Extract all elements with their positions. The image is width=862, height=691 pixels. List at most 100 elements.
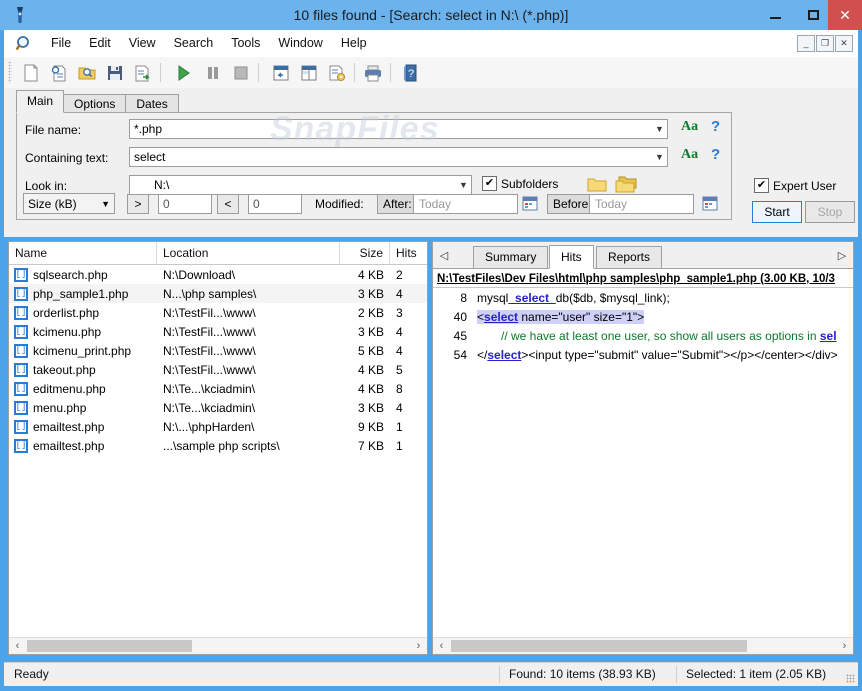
scroll-left-icon[interactable]: ‹: [433, 638, 450, 654]
folder-icon[interactable]: [587, 176, 607, 193]
results-list-hscrollbar[interactable]: ‹ ›: [9, 637, 427, 654]
toolbar: ?: [4, 57, 858, 89]
panel-layout-button[interactable]: [268, 60, 294, 85]
tab-dates[interactable]: Dates: [125, 94, 178, 113]
column-header-size[interactable]: Size: [340, 242, 390, 264]
modified-after-input[interactable]: Today: [413, 194, 518, 214]
detail-tabs: ◁ Summary Hits Reports ▷: [433, 242, 853, 269]
detail-pane: ◁ Summary Hits Reports ▷ N:\TestFiles\De…: [432, 241, 854, 655]
tab-main[interactable]: Main: [16, 90, 64, 113]
tab-hits[interactable]: Hits: [549, 245, 594, 269]
hit-line[interactable]: 54 </select><input type="submit" value="…: [433, 345, 853, 364]
panel-split-button[interactable]: [296, 60, 322, 85]
match-token: _select_: [508, 291, 555, 305]
stop-search-button[interactable]: Stop: [805, 201, 855, 223]
menu-window[interactable]: Window: [269, 30, 331, 57]
tab-reports[interactable]: Reports: [596, 246, 662, 268]
table-row[interactable]: [] takeout.php N:\TestFil...\www\ 4 KB 5: [9, 360, 427, 379]
start-search-button[interactable]: Start: [752, 201, 802, 223]
column-header-name[interactable]: Name: [9, 242, 157, 264]
table-row[interactable]: [] sqlsearch.php N:\Download\ 4 KB 2: [9, 265, 427, 284]
filename-case-icon[interactable]: Aa: [681, 119, 698, 135]
window-close-button[interactable]: ✕: [828, 0, 862, 30]
window-maximize-button[interactable]: [794, 0, 832, 30]
print-button[interactable]: [360, 60, 386, 85]
tab-nav-prev-icon[interactable]: ◁: [436, 246, 452, 264]
php-file-icon: []: [14, 344, 28, 358]
window-minimize-button[interactable]: [756, 0, 794, 30]
save-button[interactable]: [102, 60, 128, 85]
size-less-button[interactable]: <: [217, 194, 239, 214]
configure-report-button[interactable]: [324, 60, 350, 85]
tab-options[interactable]: Options: [63, 94, 126, 113]
php-file-icon: []: [14, 287, 28, 301]
php-file-icon: []: [14, 420, 28, 434]
title-bar: 10 files found - [Search: select in N:\ …: [0, 0, 862, 30]
table-row[interactable]: [] kcimenu.php N:\TestFil...\www\ 3 KB 4: [9, 322, 427, 341]
table-row[interactable]: [] emailtest.php ...\sample php scripts\…: [9, 436, 427, 455]
mdi-close-button[interactable]: ✕: [835, 35, 853, 52]
size-unit-select[interactable]: Size (kB) ▼: [23, 193, 115, 214]
modified-before-input[interactable]: Today: [589, 194, 694, 214]
table-row[interactable]: [] editmenu.php N:\Te...\kciadmin\ 4 KB …: [9, 379, 427, 398]
resize-grip[interactable]: [846, 674, 855, 683]
size-greater-button[interactable]: >: [127, 194, 149, 214]
filename-help-icon[interactable]: ?: [711, 118, 720, 135]
tab-summary[interactable]: Summary: [473, 246, 548, 268]
hit-line[interactable]: 45 // we have at least one user, so show…: [433, 326, 853, 345]
folders-icon[interactable]: [615, 176, 635, 193]
expert-user-checkbox[interactable]: ✔ Expert User: [754, 178, 836, 193]
match-token: sel: [820, 329, 837, 343]
tab-nav-next-icon[interactable]: ▷: [834, 246, 850, 264]
file-name: emailtest.php: [33, 420, 104, 434]
menu-file[interactable]: File: [42, 30, 80, 57]
size-less-input[interactable]: 0: [248, 194, 302, 214]
mdi-restore-button[interactable]: ❐: [816, 35, 834, 52]
table-row[interactable]: [] kcimenu_print.php N:\TestFil...\www\ …: [9, 341, 427, 360]
look-in-input[interactable]: N:\: [129, 175, 472, 195]
table-row[interactable]: [] emailtest.php N:\...\phpHarden\ 9 KB …: [9, 417, 427, 436]
hit-line[interactable]: 40 <select name="user" size="1">: [433, 307, 853, 326]
menu-help[interactable]: Help: [332, 30, 376, 57]
hscroll-thumb[interactable]: [451, 640, 747, 652]
containing-text-input[interactable]: select: [129, 147, 668, 167]
menu-view[interactable]: View: [120, 30, 165, 57]
help-button[interactable]: ?: [398, 60, 424, 85]
menu-search[interactable]: Search: [165, 30, 223, 57]
stop-button[interactable]: [228, 60, 254, 85]
start-button[interactable]: [170, 60, 196, 85]
main-tab-panel: File name: *.php ▼ Aa ? Containing text:…: [16, 112, 732, 220]
table-row[interactable]: [] menu.php N:\Te...\kciadmin\ 3 KB 4: [9, 398, 427, 417]
mdi-minimize-button[interactable]: _: [797, 35, 815, 52]
pause-button[interactable]: [200, 60, 226, 85]
open-folder-button[interactable]: [74, 60, 100, 85]
column-header-location[interactable]: Location: [157, 242, 340, 264]
scroll-right-icon[interactable]: ›: [836, 638, 853, 654]
menu-tools[interactable]: Tools: [222, 30, 269, 57]
calendar-icon-after[interactable]: [521, 194, 539, 212]
column-header-hits[interactable]: Hits: [390, 242, 426, 264]
calendar-icon-before[interactable]: [701, 194, 719, 212]
size-greater-input[interactable]: 0: [158, 194, 212, 214]
modified-after-button[interactable]: After:: [377, 194, 418, 214]
export-button[interactable]: [130, 60, 156, 85]
new-search-button[interactable]: [18, 60, 44, 85]
toolbar-grip[interactable]: [8, 61, 12, 83]
containing-text-help-icon[interactable]: ?: [711, 146, 720, 163]
file-hits: 4: [390, 325, 426, 339]
scroll-right-icon[interactable]: ›: [410, 638, 427, 654]
menu-edit[interactable]: Edit: [80, 30, 120, 57]
detail-hscrollbar[interactable]: ‹ ›: [433, 637, 853, 654]
containing-text-case-icon[interactable]: Aa: [681, 147, 698, 163]
subfolders-checkbox[interactable]: ✔ Subfolders: [482, 176, 558, 191]
hit-line[interactable]: 8 mysql_select_db($db, $mysql_link);: [433, 288, 853, 307]
table-row[interactable]: [] orderlist.php N:\TestFil...\www\ 2 KB…: [9, 303, 427, 322]
scroll-left-icon[interactable]: ‹: [9, 638, 26, 654]
hscroll-thumb[interactable]: [27, 640, 192, 652]
hit-line-number: 40: [433, 310, 477, 324]
toolbar-separator-4: [390, 63, 391, 82]
table-row[interactable]: [] php_sample1.php N...\php samples\ 3 K…: [9, 284, 427, 303]
filename-input[interactable]: *.php: [129, 119, 668, 139]
application-window: 10 files found - [Search: select in N:\ …: [0, 0, 862, 691]
open-search-button[interactable]: [46, 60, 72, 85]
